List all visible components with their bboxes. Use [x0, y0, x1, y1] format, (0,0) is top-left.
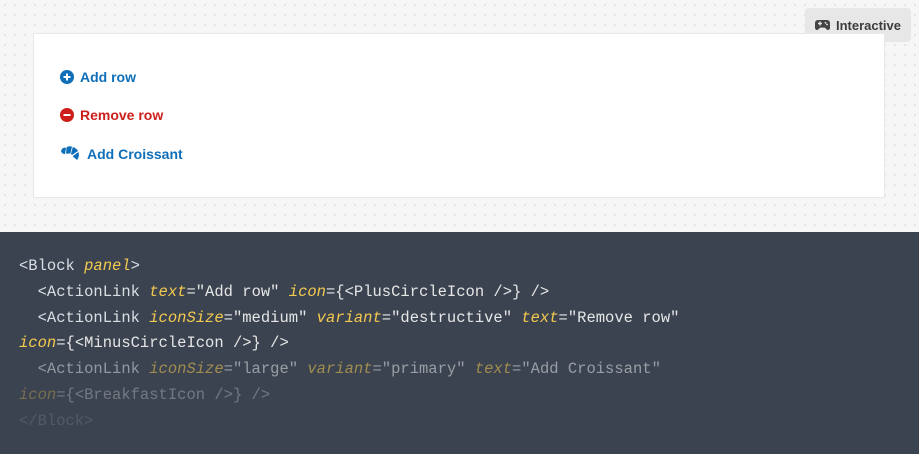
code-line-7: </Block>: [19, 411, 94, 430]
add-row-link[interactable]: Add row: [60, 69, 136, 85]
remove-row-link[interactable]: Remove row: [60, 107, 163, 123]
plus-circle-icon: [60, 70, 74, 84]
interactive-badge-label: Interactive: [835, 17, 901, 33]
code-line-3: <ActionLink iconSize="medium" variant="d…: [19, 308, 680, 327]
code-snippet: <Block panel> <ActionLink text="Add row"…: [0, 232, 919, 454]
croissant-icon: [60, 145, 80, 163]
gamepad-icon: [814, 19, 830, 31]
code-line-4: icon={<MinusCircleIcon />} />: [19, 334, 289, 353]
code-line-1: <Block panel>: [19, 257, 140, 275]
remove-row-label: Remove row: [80, 107, 164, 123]
code-line-5: <ActionLink iconSize="large" variant="pr…: [19, 360, 661, 379]
block-panel: Add row Remove row Add Croissant: [33, 33, 885, 198]
code-line-6: icon={<BreakfastIcon />} />: [19, 385, 271, 404]
add-row-label: Add row: [80, 69, 136, 85]
code-line-2: <ActionLink text="Add row" icon={<PlusCi…: [19, 282, 550, 301]
minus-circle-icon: [60, 108, 74, 122]
add-croissant-label: Add Croissant: [87, 146, 183, 162]
add-croissant-link[interactable]: Add Croissant: [60, 145, 183, 163]
